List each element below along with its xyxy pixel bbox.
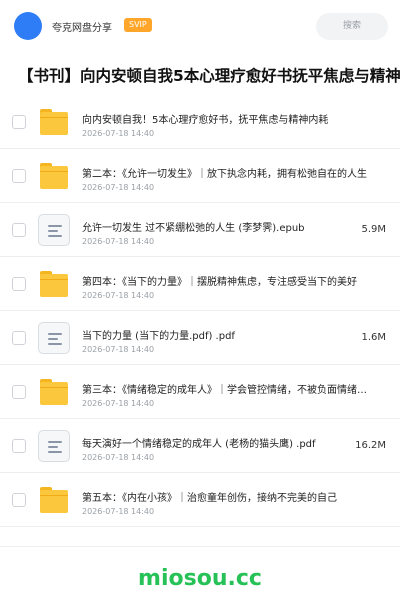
file-name[interactable]: 每天演好一个情绪稳定的成年人 (老杨的猫头鹰) .pdf	[82, 435, 322, 450]
file-type-icon	[38, 430, 70, 462]
file-name[interactable]: 第四本：《当下的力量》｜摆脱精神焦虑，专注感受当下的美好	[82, 273, 370, 288]
file-name[interactable]: 第五本：《内在小孩》｜治愈童年创伤，接纳不完美的自己	[82, 489, 370, 504]
row-checkbox[interactable]	[12, 439, 26, 453]
file-size: 1.6M	[361, 332, 386, 343]
file-row[interactable]: 向内安顿自我！5本心理疗愈好书，抚平焦虑与精神内耗 2026-07-18 14:4…	[0, 95, 400, 149]
file-type-icon	[40, 379, 68, 405]
file-name[interactable]: 第二本：《允许一切发生》｜放下执念内耗，拥有松弛自在的人生	[82, 165, 370, 180]
row-checkbox[interactable]	[12, 277, 26, 291]
file-name[interactable]: 当下的力量 (当下的力量.pdf) .pdf	[82, 327, 322, 342]
file-date: 2026-07-18 14:40	[82, 129, 155, 138]
file-name[interactable]: 允许一切发生 过不紧绷松弛的人生 (李梦霁).epub	[82, 219, 322, 234]
file-name[interactable]: 向内安顿自我！5本心理疗愈好书，抚平焦虑与精神内耗	[82, 111, 370, 126]
file-date: 2026-07-18 14:40	[82, 507, 155, 516]
file-type-icon	[38, 214, 70, 246]
file-list: 向内安顿自我！5本心理疗愈好书，抚平焦虑与精神内耗 2026-07-18 14:4…	[0, 95, 400, 527]
page-title: 【书刊】向内安顿自我5本心理疗愈好书抚平焦虑与精神内耗	[18, 67, 400, 85]
row-checkbox[interactable]	[12, 169, 26, 183]
file-row[interactable]: 第五本：《内在小孩》｜治愈童年创伤，接纳不完美的自己 2026-07-18 14:…	[0, 473, 400, 527]
file-type-icon	[40, 487, 68, 513]
file-date: 2026-07-18 14:40	[82, 399, 155, 408]
file-size: 5.9M	[361, 224, 386, 235]
file-date: 2026-07-18 14:40	[82, 453, 155, 462]
file-date: 2026-07-18 14:40	[82, 183, 155, 192]
row-checkbox[interactable]	[12, 493, 26, 507]
file-row[interactable]: 允许一切发生 过不紧绷松弛的人生 (李梦霁).epub 2026-07-18 14…	[0, 203, 400, 257]
file-type-icon	[38, 322, 70, 354]
search-input[interactable]: 搜索	[316, 13, 388, 40]
file-size: 16.2M	[355, 440, 386, 451]
file-row[interactable]: 第四本：《当下的力量》｜摆脱精神焦虑，专注感受当下的美好 2026-07-18 1…	[0, 257, 400, 311]
file-type-icon	[40, 109, 68, 135]
avatar[interactable]	[14, 12, 42, 40]
file-date: 2026-07-18 14:40	[82, 237, 155, 246]
file-date: 2026-07-18 14:40	[82, 345, 155, 354]
file-name[interactable]: 第三本：《情绪稳定的成年人》｜学会管控情绪，不被负面情绪左右	[82, 381, 370, 396]
row-checkbox[interactable]	[12, 223, 26, 237]
watermark-text: miosou.cc	[138, 566, 262, 591]
file-type-icon	[40, 163, 68, 189]
username[interactable]: 夸克网盘分享	[52, 19, 112, 34]
file-row[interactable]: 每天演好一个情绪稳定的成年人 (老杨的猫头鹰) .pdf 2026-07-18 1…	[0, 419, 400, 473]
header: 夸克网盘分享 SVIP 搜索	[0, 0, 400, 52]
svip-badge: SVIP	[124, 18, 152, 32]
file-row[interactable]: 当下的力量 (当下的力量.pdf) .pdf 2026-07-18 14:40 1.…	[0, 311, 400, 365]
row-checkbox[interactable]	[12, 385, 26, 399]
row-checkbox[interactable]	[12, 115, 26, 129]
row-checkbox[interactable]	[12, 331, 26, 345]
file-type-icon	[40, 271, 68, 297]
file-date: 2026-07-18 14:40	[82, 291, 155, 300]
file-row[interactable]: 第二本：《允许一切发生》｜放下执念内耗，拥有松弛自在的人生 2026-07-18 …	[0, 149, 400, 203]
file-row[interactable]: 第三本：《情绪稳定的成年人》｜学会管控情绪，不被负面情绪左右 2026-07-18…	[0, 365, 400, 419]
